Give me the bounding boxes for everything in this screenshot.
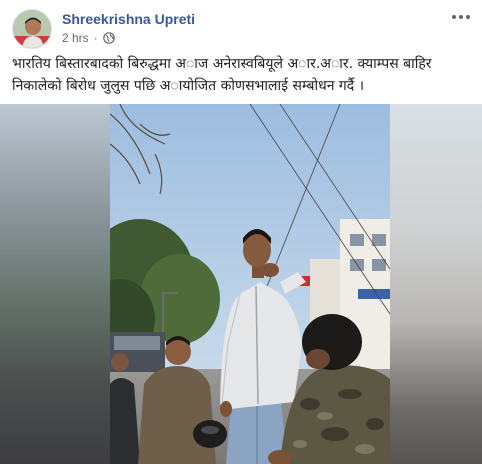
post-header: Shreekrishna Upreti 2 hrs · (12, 9, 472, 51)
facebook-post: Shreekrishna Upreti 2 hrs · भारतिय बिस्त… (0, 0, 482, 464)
meta-separator: · (93, 31, 98, 45)
post-timestamp[interactable]: 2 hrs (62, 31, 89, 45)
more-options-icon[interactable] (452, 9, 472, 25)
video-frame (110, 104, 390, 464)
video-blur-left (0, 104, 110, 464)
globe-icon[interactable] (102, 32, 115, 44)
video-play-area[interactable] (110, 104, 390, 464)
avatar-image (13, 10, 51, 48)
post-caption: भारतिय बिस्तारबादको बिरुद्धमा अाज अनेरास… (12, 56, 432, 94)
post-meta: 2 hrs · (62, 31, 115, 45)
video-blur-right (390, 104, 482, 464)
author-avatar[interactable] (12, 9, 52, 49)
author-name[interactable]: Shreekrishna Upreti (62, 11, 195, 27)
post-video[interactable] (0, 104, 482, 464)
